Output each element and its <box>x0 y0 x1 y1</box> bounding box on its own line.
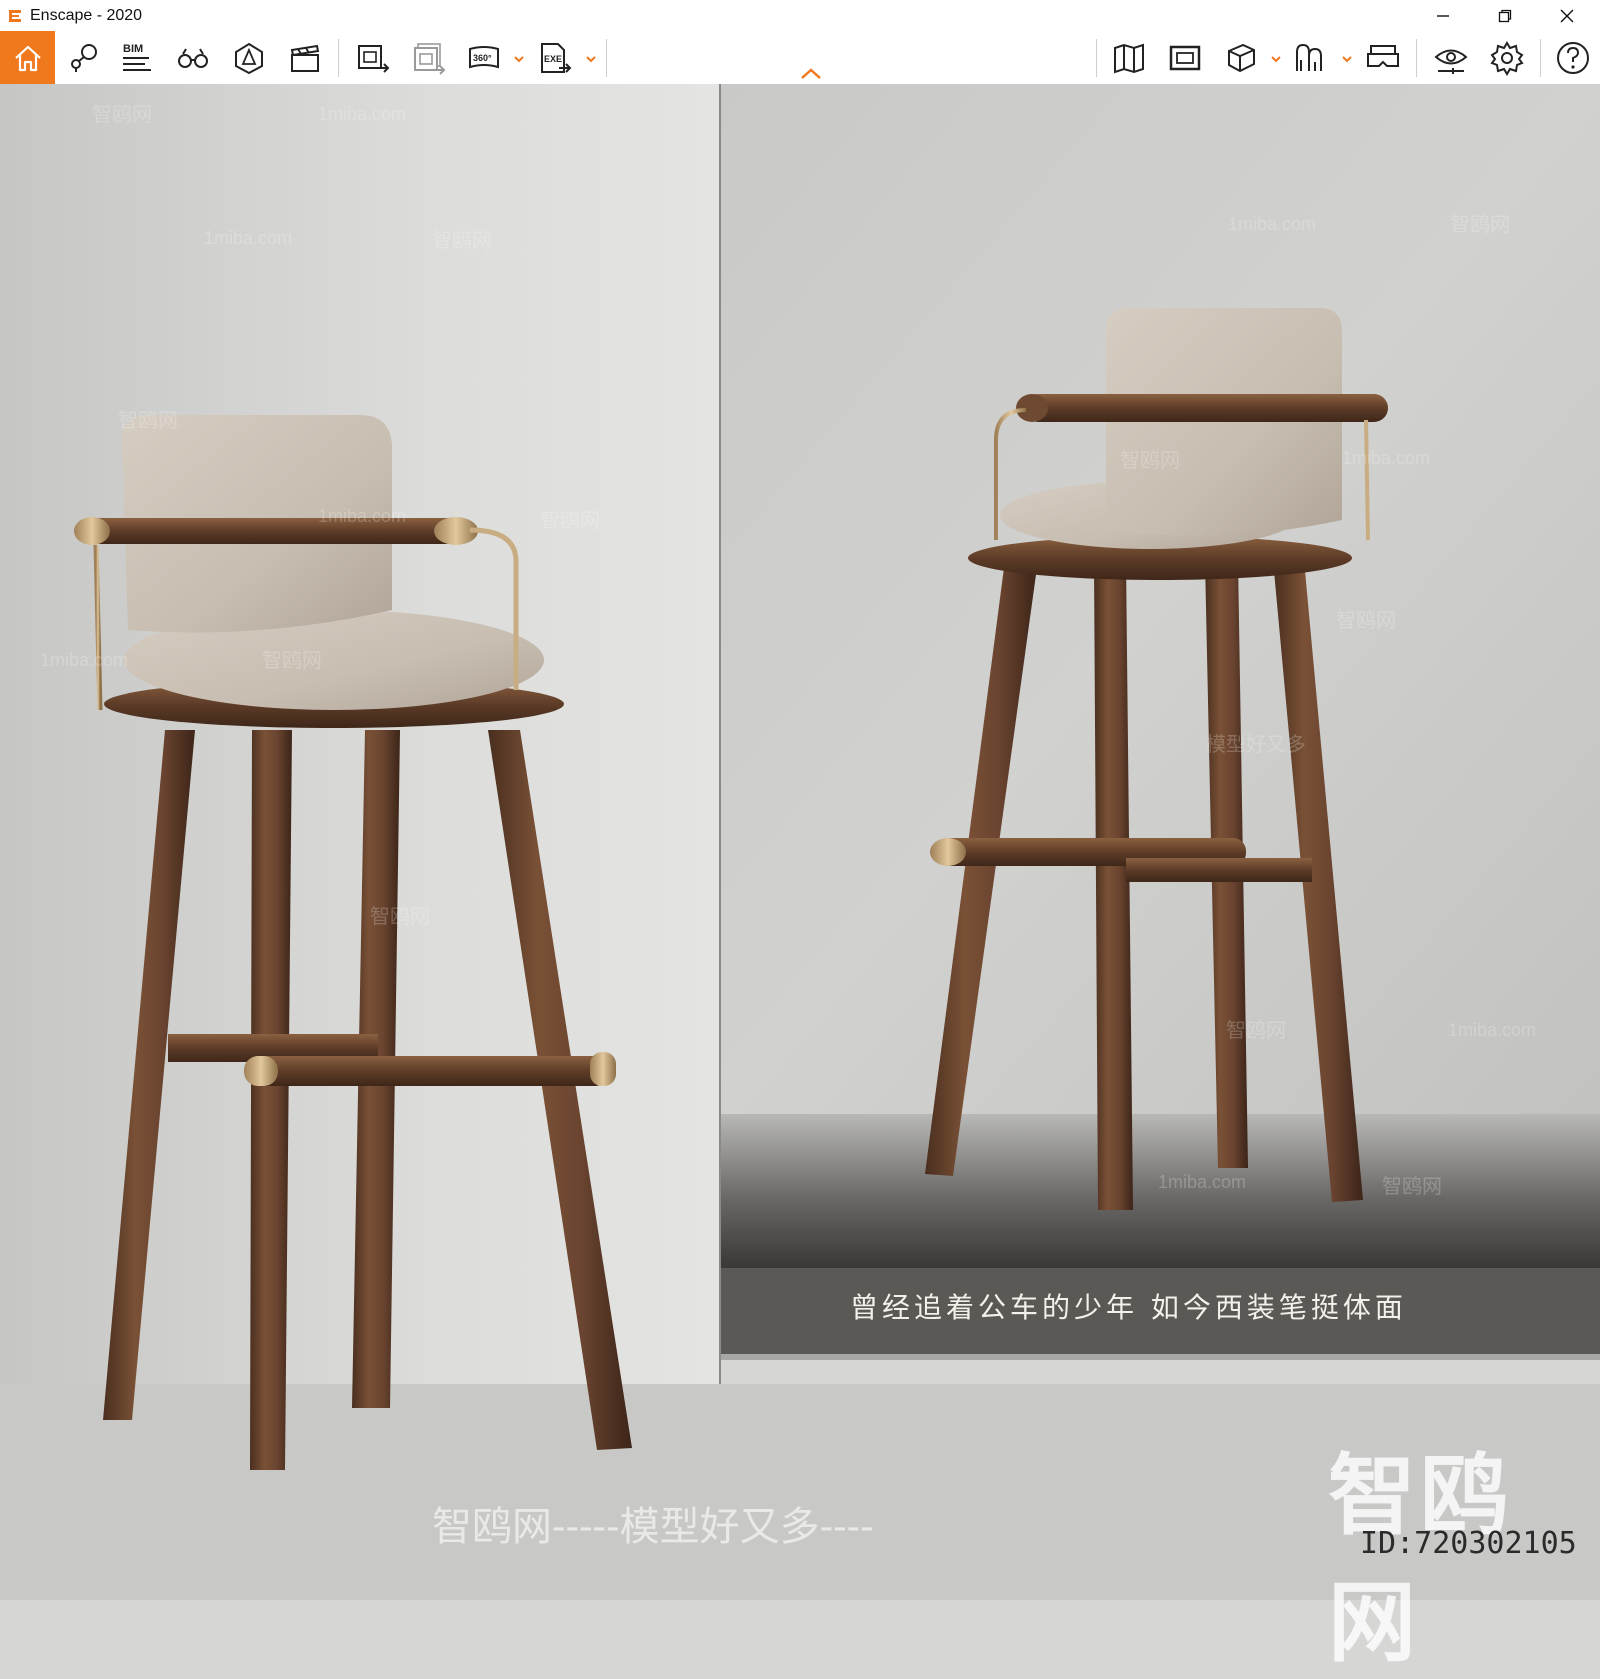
window-title: Enscape - 2020 <box>30 6 143 24</box>
visual-settings-eye-icon[interactable] <box>1428 31 1474 84</box>
toolbar-separator <box>1416 39 1417 77</box>
views-pin-icon[interactable] <box>62 31 108 84</box>
watermark: 智鸥网 <box>118 410 178 432</box>
watermark: 智鸥网 <box>92 104 152 126</box>
close-icon[interactable] <box>1536 0 1598 31</box>
bottom-watermark: 智鸥网-----模型好又多---- <box>432 1504 874 1550</box>
watermark: 智鸥网 <box>370 906 430 928</box>
chevron-down-icon[interactable] <box>1270 54 1282 64</box>
collapse-toolbar-chevron-icon[interactable] <box>798 66 824 82</box>
watermark: 1miba.com <box>318 506 407 526</box>
watermark: 智鸥网 <box>1336 610 1396 632</box>
watermark: 智鸥网 <box>432 230 492 252</box>
chevron-down-icon[interactable] <box>585 54 597 64</box>
enscape-logo-icon <box>9 9 21 22</box>
image-id: ID:720302105 <box>1360 1526 1577 1561</box>
screenshot-export-icon[interactable] <box>350 31 396 84</box>
toolbar-separator <box>606 39 607 77</box>
watermark: 智鸥网 <box>1120 450 1180 472</box>
atmosphere-icon[interactable] <box>1288 31 1334 84</box>
watermark: 智鸥网 <box>1450 214 1510 236</box>
help-icon[interactable] <box>1550 31 1596 84</box>
home-icon[interactable] <box>0 31 55 84</box>
title-bar: Enscape - 2020 <box>0 0 1600 31</box>
minimap-icon[interactable] <box>1162 31 1208 84</box>
settings-gear-icon[interactable] <box>1484 31 1530 84</box>
watermark: 智鸥网 <box>540 510 600 532</box>
render-caption: 曾经追着公车的少年 如今西装笔挺体面 <box>850 1291 1407 1324</box>
right-panel-wall <box>720 84 1600 1114</box>
binoculars-icon[interactable] <box>170 31 216 84</box>
cube-icon[interactable] <box>1218 31 1264 84</box>
toolbar-separator <box>1540 39 1541 77</box>
watermark: 模型好又多 <box>1206 734 1306 756</box>
bim-label: BIM <box>123 43 143 55</box>
watermark: 1miba.com <box>1158 1172 1247 1192</box>
watermark: 1miba.com <box>1448 1020 1537 1040</box>
vr-headset-icon[interactable] <box>1360 31 1406 84</box>
batch-export-icon[interactable] <box>406 31 452 84</box>
map-icon[interactable] <box>1106 31 1152 84</box>
watermark: 1miba.com <box>204 228 293 248</box>
watermark: 1miba.com <box>1342 448 1431 468</box>
video-editor-icon[interactable] <box>282 31 328 84</box>
render-viewport[interactable]: 智鸥网 1miba.com 1miba.com 智鸥网 1miba.com 智鸥… <box>0 84 1600 1600</box>
panorama-label: 360° <box>473 53 492 63</box>
minimize-icon[interactable] <box>1412 0 1474 31</box>
watermark: 智鸥网 <box>1226 1020 1286 1042</box>
exe-export-icon[interactable]: EXE <box>532 31 578 84</box>
watermark: 1miba.com <box>318 104 407 124</box>
exe-label: EXE <box>544 54 562 64</box>
rendered-scene <box>0 84 1600 1600</box>
watermark: 1miba.com <box>40 650 129 670</box>
panorama-export-icon[interactable]: 360° <box>462 31 508 84</box>
toolbar-separator <box>1096 39 1097 77</box>
watermark: 智鸥网 <box>262 650 322 672</box>
asset-library-icon[interactable] <box>226 31 272 84</box>
watermark: 智鸥网 <box>1382 1176 1442 1198</box>
chevron-down-icon[interactable] <box>1341 54 1353 64</box>
toolbar-separator <box>338 39 339 77</box>
chevron-down-icon[interactable] <box>513 54 525 64</box>
bim-info-icon[interactable]: BIM <box>114 31 160 84</box>
restore-icon[interactable] <box>1474 0 1536 31</box>
watermark: 1miba.com <box>1228 214 1317 234</box>
